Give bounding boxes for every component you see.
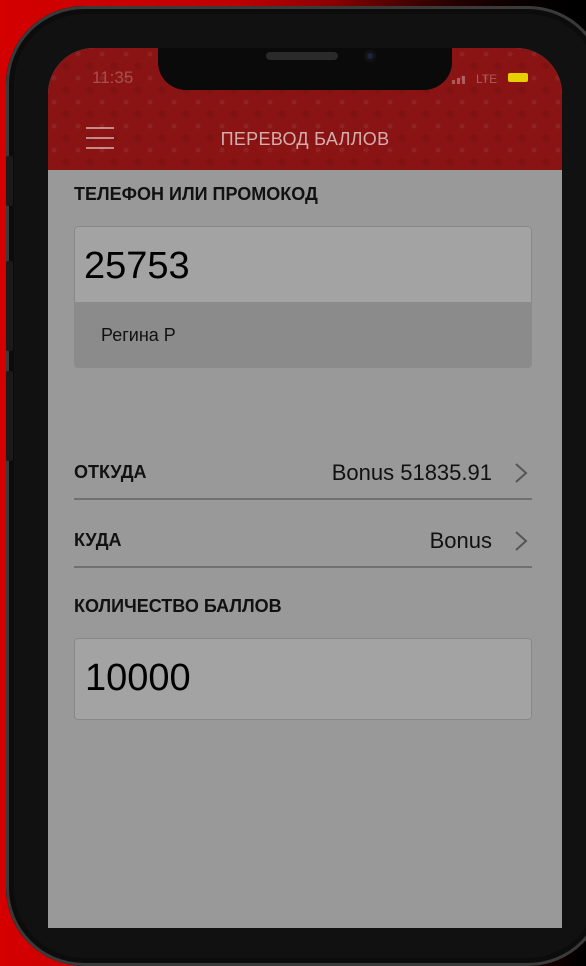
battery-icon bbox=[508, 73, 528, 82]
status-time: 11:35 bbox=[92, 68, 134, 87]
phone-frame: 11:35 LTE ПЕРЕВОД БАЛЛОВ ТЕЛЕФОН ИЛИ ПРО… bbox=[6, 6, 586, 966]
recipient-suggestion[interactable]: Регина Р bbox=[74, 302, 532, 368]
amount-input-value: 10000 bbox=[85, 657, 191, 699]
mute-switch bbox=[6, 156, 13, 206]
recipient-input[interactable]: 25753 bbox=[74, 226, 532, 302]
from-label: ОТКУДА bbox=[74, 462, 147, 482]
front-camera bbox=[364, 50, 376, 62]
notch bbox=[158, 48, 452, 90]
recipient-label: ТЕЛЕФОН ИЛИ ПРОМОКОД bbox=[74, 184, 318, 204]
page-title: ПЕРЕВОД БАЛЛОВ bbox=[220, 129, 390, 149]
speaker-grille bbox=[266, 52, 338, 60]
from-value: Bonus 51835.91 bbox=[331, 460, 492, 485]
amount-input[interactable]: 10000 bbox=[74, 638, 532, 720]
recipient-field-group: 25753 Регина Р bbox=[74, 226, 532, 368]
chevron-right-icon bbox=[515, 531, 528, 551]
network-type: LTE bbox=[476, 72, 498, 86]
recipient-input-value: 25753 bbox=[84, 245, 190, 287]
to-account-row[interactable]: КУДА Bonus bbox=[74, 518, 532, 568]
to-value: Bonus bbox=[429, 528, 492, 553]
to-label: КУДА bbox=[74, 530, 122, 550]
from-account-row[interactable]: ОТКУДА Bonus 51835.91 bbox=[74, 450, 532, 500]
signal-icon bbox=[452, 72, 465, 84]
volume-down-button bbox=[6, 371, 13, 461]
volume-up-button bbox=[6, 261, 13, 351]
chevron-right-icon bbox=[515, 463, 528, 483]
recipient-suggestion-name: Регина Р bbox=[101, 325, 176, 345]
app-screen: 11:35 LTE ПЕРЕВОД БАЛЛОВ ТЕЛЕФОН ИЛИ ПРО… bbox=[48, 48, 562, 928]
amount-label: КОЛИЧЕСТВО БАЛЛОВ bbox=[74, 596, 282, 616]
